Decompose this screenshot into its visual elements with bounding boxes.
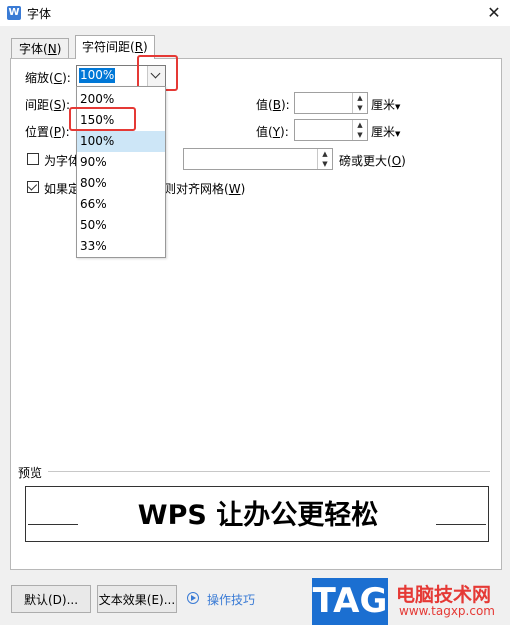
spacing-value-label: 值(B): [256,98,290,112]
spin-down-icon[interactable]: ▼ [353,130,367,140]
spacing-hotkey: S [53,98,62,112]
grid-align-suffix-text: 则对齐网格 [164,182,225,196]
grid-align-suffix: 则对齐网格(W) [164,182,246,196]
spin-up-icon[interactable]: ▲ [318,149,332,159]
spin-up-icon[interactable]: ▲ [353,93,367,103]
preview-box: WPS 让办公更轻松 [25,486,489,542]
spin-down-icon[interactable]: ▼ [318,159,332,169]
kerning-suffix: 磅或更大(O) [339,154,406,168]
default-button[interactable]: 默认(D)... [11,585,91,613]
checkmark-icon [27,181,38,191]
position-value-hotkey: Y [272,125,281,139]
text-effect-button[interactable]: 文本效果(E)... [97,585,177,613]
title-bar: W 字体 ✕ [0,0,510,26]
spacing-value-label-text: 值 [256,98,269,112]
play-triangle [191,595,196,601]
grid-align-checkbox[interactable] [27,181,39,193]
window-title: 字体 [27,7,52,21]
preview-sample-text: WPS 让办公更轻松 [137,500,379,531]
watermark-title: 电脑技术网 [396,584,492,606]
grid-align-label: 如果定 [44,182,81,196]
kerning-points-stepper[interactable]: ▲ ▼ [183,148,333,170]
scale-option-hovered[interactable]: 100% [77,131,165,152]
position-unit: 厘米 [371,125,396,139]
scale-option[interactable]: 90% [77,152,165,173]
spin-down-icon[interactable]: ▼ [353,103,367,113]
scale-label-text: 缩放 [25,71,50,85]
spacing-spin-buttons[interactable]: ▲ ▼ [352,93,367,113]
preview-divider [48,471,490,472]
tab-spacing-hotkey: R [134,40,144,54]
scale-hotkey: C [53,71,63,85]
tab-font-label: 字体 [19,42,44,56]
grid-align-hotkey: W [228,182,241,196]
position-label-text: 位置 [25,125,50,139]
watermark-logo: TAG [312,578,388,625]
tab-font-hotkey: N [47,42,57,56]
close-button[interactable]: ✕ [484,3,504,23]
position-label: 位置(P): [25,125,70,139]
spacing-label: 间距(S): [25,98,71,112]
wps-app-icon: W [7,6,21,20]
position-value-stepper[interactable]: ▲ ▼ [294,119,368,141]
watermark-url: www.tagxp.com [399,604,495,618]
preview-label: 预览 [18,466,43,480]
tips-link[interactable]: 操作技巧 [207,591,255,608]
position-unit-dropdown[interactable]: 厘米▼ [371,123,400,140]
position-hotkey: P [53,125,61,139]
spacing-label-text: 间距 [25,98,50,112]
position-spin-buttons[interactable]: ▲ ▼ [352,120,367,140]
position-value-label: 值(Y): [256,125,289,139]
scale-label: 缩放(C): [25,71,71,85]
tab-font[interactable]: 字体(N) [11,38,70,59]
scale-option[interactable]: 80% [77,173,165,194]
position-value-label-text: 值 [256,125,269,139]
caret-down-icon: ▼ [395,103,401,111]
tab-spacing-label: 字符间距 [82,40,131,54]
kerning-label: 为字体 [44,154,81,168]
scale-option[interactable]: 66% [77,194,165,215]
kerning-hotkey: O [391,154,402,168]
scale-selected-value[interactable]: 100% [79,68,116,83]
kerning-spin-buttons[interactable]: ▲ ▼ [317,149,332,169]
scale-option[interactable]: 33% [77,236,165,257]
play-circle-icon[interactable] [187,592,199,604]
spacing-value-stepper[interactable]: ▲ ▼ [294,92,368,114]
caret-down-icon: ▼ [395,130,401,138]
kerning-checkbox[interactable] [27,153,39,165]
scale-option[interactable]: 50% [77,215,165,236]
highlight-box-150-option [69,107,136,131]
close-icon: ✕ [487,3,501,22]
spacing-unit-dropdown[interactable]: 厘米▼ [371,96,400,113]
spin-up-icon[interactable]: ▲ [353,120,367,130]
kerning-suffix-text: 磅或更大 [339,154,388,168]
spacing-unit: 厘米 [371,98,396,112]
spacing-value-hotkey: B [272,98,281,112]
